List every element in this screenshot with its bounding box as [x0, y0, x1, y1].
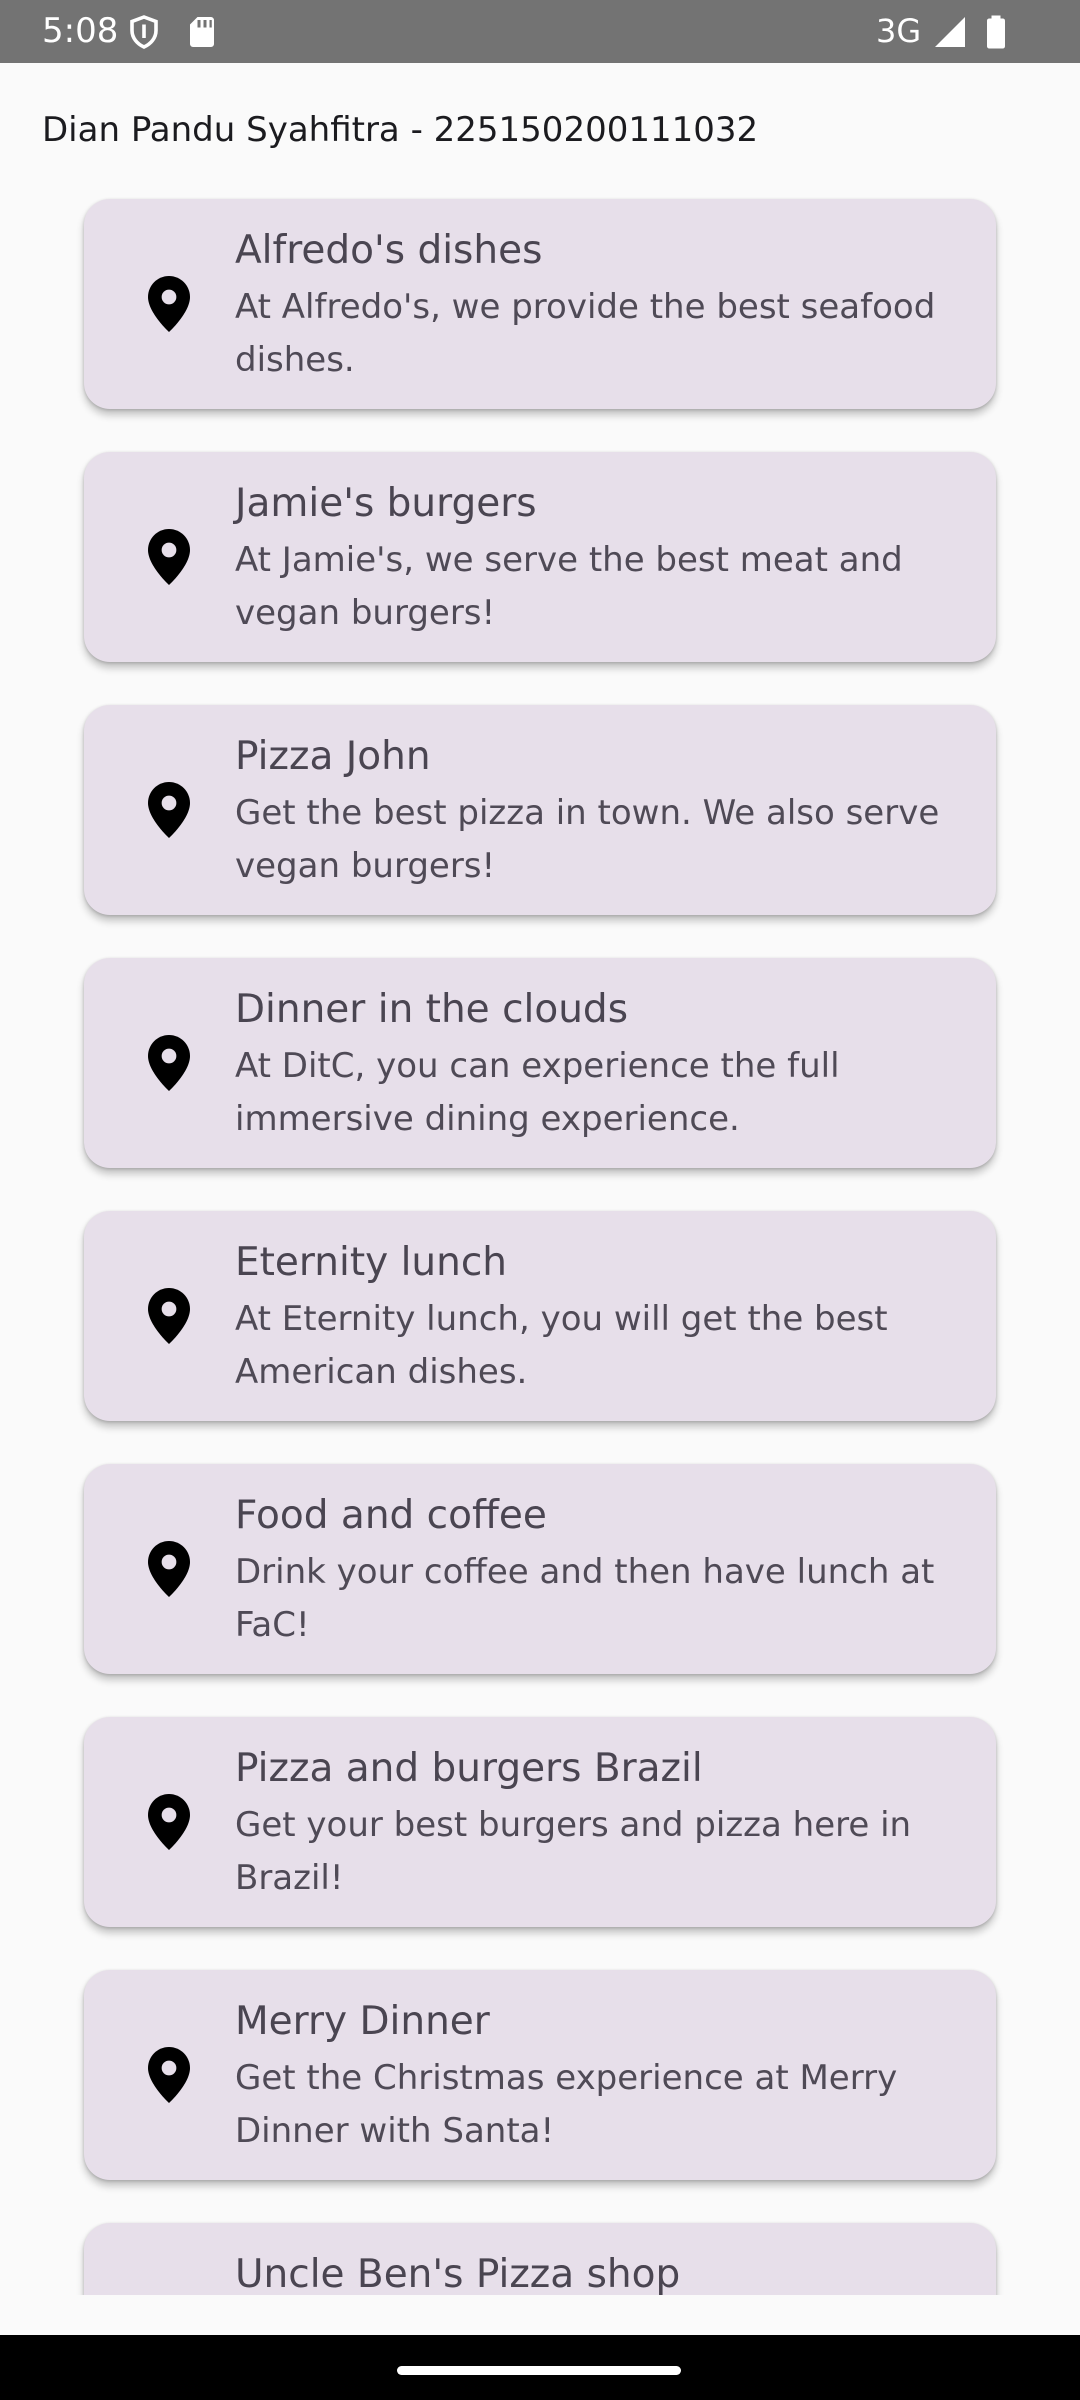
restaurant-description: Get your best burgers and pizza here in …: [235, 1805, 912, 1898]
restaurant-name: Pizza John: [235, 734, 431, 779]
location-pin-icon: [148, 782, 190, 838]
restaurant-card[interactable]: Jamie's burgers At Jamie's, we serve the…: [84, 452, 996, 662]
restaurant-card[interactable]: Food and coffee Drink your coffee and th…: [84, 1464, 996, 1674]
restaurant-name: Eternity lunch: [235, 1240, 508, 1285]
restaurant-card[interactable]: Dinner in the clouds At DitC, you can ex…: [84, 958, 996, 1168]
restaurant-card[interactable]: Pizza John Get the best pizza in town. W…: [84, 705, 996, 915]
restaurant-card[interactable]: Eternity lunch At Eternity lunch, you wi…: [84, 1211, 996, 1421]
restaurant-description: At Eternity lunch, you will get the best…: [235, 1299, 888, 1392]
restaurant-description: At Jamie's, we serve the best meat and v…: [235, 540, 903, 633]
restaurant-name: Uncle Ben's Pizza shop: [235, 2252, 681, 2295]
restaurant-name: Jamie's burgers: [235, 481, 537, 526]
status-time: 5:08: [42, 11, 119, 51]
location-pin-icon: [148, 1541, 190, 1597]
restaurant-card[interactable]: Alfredo's dishes At Alfredo's, we provid…: [84, 199, 996, 409]
location-pin-icon: [148, 529, 190, 585]
location-pin-icon: [148, 1794, 190, 1850]
restaurant-card[interactable]: Pizza and burgers Brazil Get your best b…: [84, 1717, 996, 1927]
restaurant-description: At DitC, you can experience the full imm…: [235, 1046, 840, 1139]
restaurant-list[interactable]: Alfredo's dishes At Alfredo's, we provid…: [0, 190, 1080, 2295]
shield-icon: [130, 15, 158, 49]
network-type: 3G: [876, 12, 922, 50]
battery-icon: [987, 15, 1005, 49]
navigation-bar: [0, 2335, 1080, 2400]
restaurant-name: Merry Dinner: [235, 1999, 490, 2044]
sd-card-icon: [190, 17, 214, 47]
restaurant-name: Alfredo's dishes: [235, 228, 543, 273]
restaurant-description: Get the Christmas experience at Merry Di…: [235, 2058, 898, 2151]
location-pin-icon: [148, 1288, 190, 1344]
restaurant-description: At Alfredo's, we provide the best seafoo…: [235, 287, 936, 380]
location-pin-icon: [148, 1035, 190, 1091]
page-title: Dian Pandu Syahfitra - 225150200111032: [42, 110, 759, 150]
status-bar: 5:08 3G: [0, 0, 1080, 63]
restaurant-name: Pizza and burgers Brazil: [235, 1746, 703, 1791]
location-pin-icon: [148, 2047, 190, 2103]
restaurant-name: Food and coffee: [235, 1493, 547, 1538]
home-gesture-handle[interactable]: [397, 2366, 681, 2375]
signal-icon: [935, 17, 965, 47]
restaurant-name: Dinner in the clouds: [235, 987, 629, 1032]
restaurant-card[interactable]: Merry Dinner Get the Christmas experienc…: [84, 1970, 996, 2180]
restaurant-card[interactable]: Uncle Ben's Pizza shop: [84, 2223, 996, 2295]
location-pin-icon: [148, 276, 190, 332]
restaurant-description: Drink your coffee and then have lunch at…: [235, 1552, 935, 1645]
restaurant-description: Get the best pizza in town. We also serv…: [235, 793, 940, 886]
